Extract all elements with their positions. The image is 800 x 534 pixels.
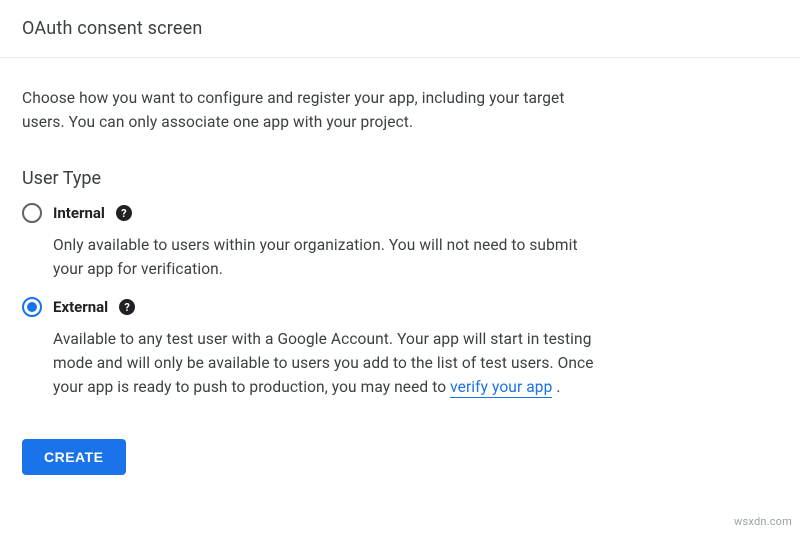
user-type-option-external: External ? Available to any test user wi… [22, 297, 598, 399]
user-type-heading: User Type [22, 168, 598, 189]
user-type-option-internal: Internal ? Only available to users withi… [22, 203, 598, 281]
radio-row-internal[interactable]: Internal ? [22, 203, 598, 223]
intro-text: Choose how you want to configure and reg… [22, 86, 598, 134]
page-title: OAuth consent screen [0, 0, 800, 58]
radio-label-internal: Internal [53, 204, 105, 222]
create-button[interactable]: CREATE [22, 439, 126, 475]
radio-description-external: Available to any test user with a Google… [22, 327, 598, 399]
radio-internal[interactable] [22, 203, 42, 223]
radio-row-external[interactable]: External ? [22, 297, 598, 317]
radio-description-external-suffix: . [552, 378, 560, 396]
radio-external[interactable] [22, 297, 42, 317]
help-icon[interactable]: ? [119, 299, 135, 315]
radio-label-external: External [53, 298, 108, 316]
help-icon[interactable]: ? [116, 205, 132, 221]
verify-app-link[interactable]: verify your app [450, 378, 552, 398]
content-area: Choose how you want to configure and reg… [0, 58, 620, 491]
radio-description-internal: Only available to users within your orga… [22, 233, 598, 281]
watermark: wsxdn.com [734, 515, 792, 528]
